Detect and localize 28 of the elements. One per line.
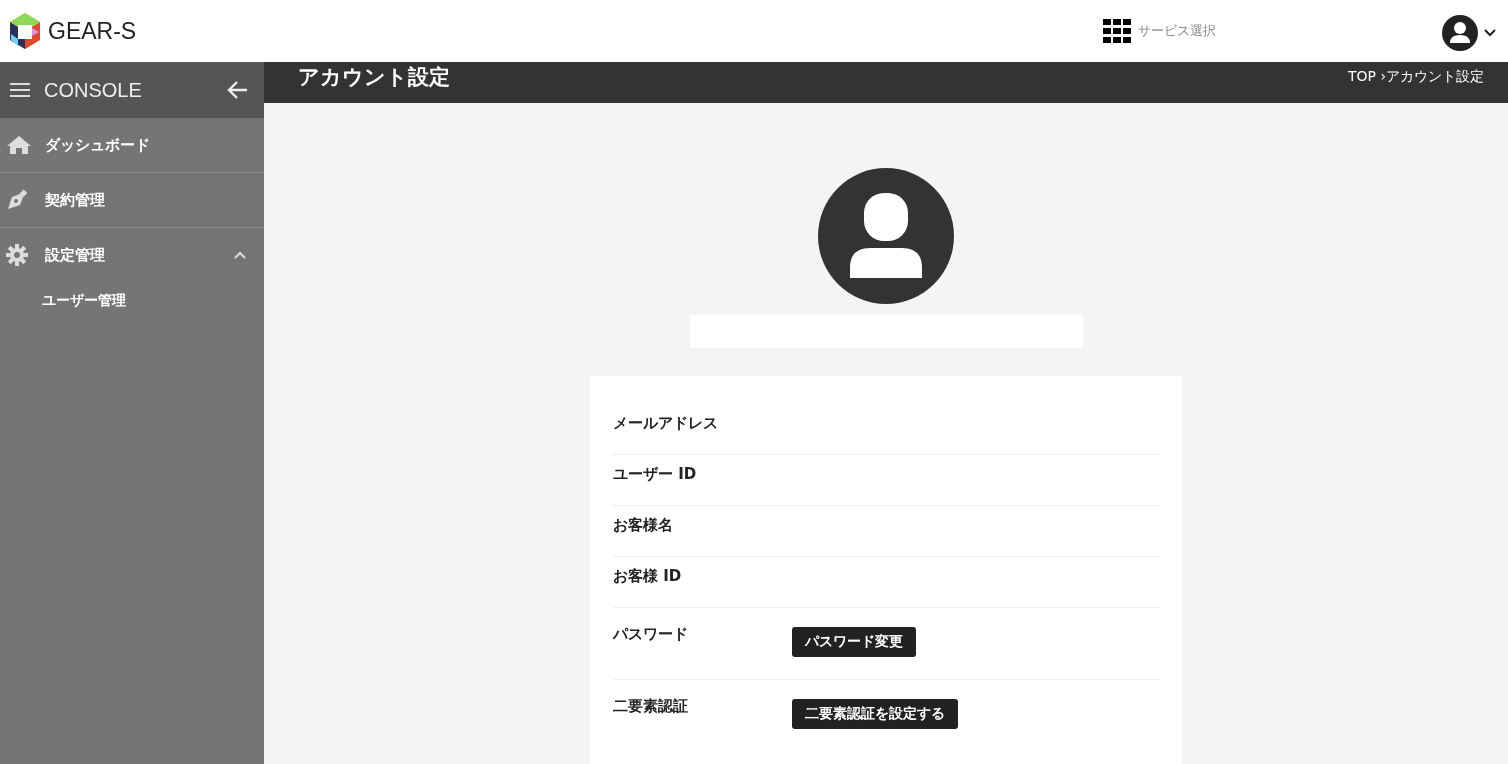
- console-title: CONSOLE: [44, 78, 142, 102]
- grid-icon: [1103, 19, 1131, 43]
- field-label: お客様 ID: [613, 567, 683, 586]
- avatar-icon: [818, 168, 954, 304]
- logo-icon: [8, 12, 42, 50]
- chevron-down-icon: [1484, 29, 1496, 37]
- service-select-button[interactable]: サービス選択: [1103, 19, 1216, 43]
- field-label: 二要素認証: [613, 697, 689, 716]
- logo-text: GEAR-S: [48, 17, 137, 45]
- page-title: アカウント設定: [298, 63, 450, 91]
- field-label: パスワード: [613, 625, 689, 644]
- user-icon: [1442, 15, 1478, 51]
- back-arrow-icon[interactable]: [226, 80, 248, 100]
- service-select-label: サービス選択: [1138, 22, 1216, 40]
- field-label: ユーザー ID: [613, 465, 698, 484]
- pen-nib-icon: [6, 189, 28, 211]
- nav-item[interactable]: ダッシュボード: [0, 118, 264, 173]
- action-button[interactable]: 二要素認証を設定する: [792, 699, 958, 729]
- action-button[interactable]: パスワード変更: [792, 627, 916, 657]
- nav-item[interactable]: 設定管理: [0, 228, 264, 282]
- settings-icon: [6, 244, 28, 266]
- field-label: メールアドレス: [613, 414, 719, 433]
- field-label: お客様名: [613, 516, 674, 535]
- nav-subitem[interactable]: ユーザー管理: [0, 282, 264, 310]
- home-icon: [6, 135, 32, 155]
- chevron-up-icon: [234, 251, 246, 259]
- breadcrumb: TOP ›アカウント設定: [1347, 67, 1484, 86]
- menu-icon[interactable]: [10, 82, 30, 98]
